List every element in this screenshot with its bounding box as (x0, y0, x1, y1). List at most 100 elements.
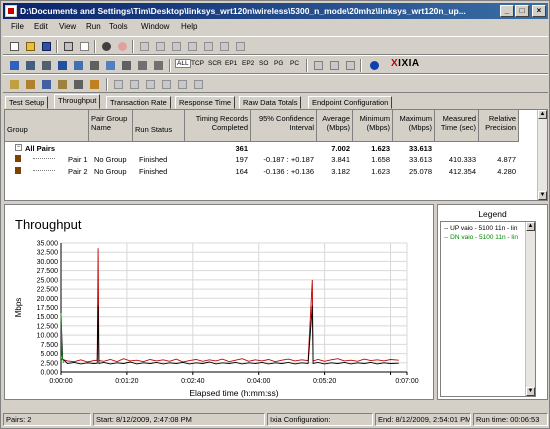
legend-item-up[interactable]: -- UP vaio - 5100 11n - lin (444, 225, 530, 232)
open-folder-icon[interactable] (23, 39, 38, 54)
copy-icon[interactable] (77, 39, 92, 54)
ixia-logo: XIXIA (391, 58, 420, 69)
col-average[interactable]: Average (Mbps) (317, 110, 353, 142)
col-measured-time[interactable]: Measured Time (sec) (435, 110, 479, 142)
y-tick-label: 25.000 (37, 277, 59, 284)
tab-response-time[interactable]: Response Time (175, 96, 236, 109)
snapshot-icon[interactable] (191, 77, 206, 92)
filter-all[interactable]: ALL (175, 59, 191, 68)
filter-tcp[interactable]: TCP (191, 60, 204, 67)
y-tick-label: 35.000 (37, 241, 59, 248)
edit-pair-icon[interactable] (169, 39, 184, 54)
add-multicast-icon[interactable] (153, 39, 168, 54)
chart-icon[interactable] (343, 58, 358, 73)
tab-transaction-rate[interactable]: Transaction Rate (106, 96, 171, 109)
menu-view[interactable]: View (59, 22, 76, 31)
col-pair-group-name[interactable]: Pair Group Name (89, 110, 133, 142)
filter-ep1[interactable]: EP1 (225, 60, 237, 67)
print-preview-icon[interactable] (175, 77, 190, 92)
export-icon[interactable] (143, 77, 158, 92)
key-icon[interactable] (23, 77, 38, 92)
options-icon[interactable] (233, 39, 248, 54)
y-tick-label: 15.000 (37, 314, 59, 321)
tab-raw-data-totals[interactable]: Raw Data Totals (239, 96, 302, 109)
numbered-sort-icon[interactable] (151, 58, 166, 73)
pair-status: Finished (139, 167, 168, 176)
legend-list: -- UP vaio - 5100 11n - lin -- DN vaio -… (440, 221, 536, 397)
menu-run[interactable]: Run (86, 22, 101, 31)
tab-endpoint-configuration[interactable]: Endpoint Configuration (308, 96, 393, 109)
close-button[interactable]: × (532, 5, 546, 17)
pair-minimum: 1.658 (371, 155, 390, 164)
edit-icon[interactable] (55, 77, 70, 92)
compare-icon[interactable] (127, 77, 142, 92)
y-tick-label: 0.000 (40, 370, 58, 377)
report-icon[interactable] (111, 77, 126, 92)
add-pair-icon[interactable] (137, 39, 152, 54)
x-tick-label: 0:04:00 (247, 378, 270, 385)
print-icon[interactable] (61, 39, 76, 54)
script-icon[interactable] (217, 39, 232, 54)
menu-window[interactable]: Window (141, 22, 169, 31)
network-icon[interactable] (23, 58, 38, 73)
legend-scrollbar[interactable]: ▲ ▼ (525, 222, 535, 396)
scroll-down-icon[interactable]: ▼ (538, 191, 547, 200)
tab-throughput[interactable]: Throughput (54, 94, 101, 109)
menu-edit[interactable]: Edit (34, 22, 48, 31)
pair-group: No Group (94, 167, 127, 176)
col-minimum[interactable]: Minimum (Mbps) (353, 110, 393, 142)
col-timing-records[interactable]: Timing Records Completed (185, 110, 251, 142)
pin-icon[interactable] (7, 77, 22, 92)
save-icon[interactable] (39, 39, 54, 54)
legend-item-dn[interactable]: -- DN vaio - 5100 11n - lin (444, 234, 530, 241)
status-start: Start: 8/12/2009, 2:47:08 PM (93, 413, 265, 426)
filter-ep2[interactable]: EP2 (242, 60, 254, 67)
scroll-up-icon[interactable]: ▲ (538, 110, 547, 119)
x-tick-label: 0:00:00 (49, 378, 72, 385)
menu-tools[interactable]: Tools (109, 22, 128, 31)
scroll-down-icon[interactable]: ▼ (526, 387, 535, 396)
grid-scrollbar[interactable]: ▲ ▼ (537, 110, 547, 200)
import-icon[interactable] (159, 77, 174, 92)
throughput-chart[interactable]: 0.000 2.500 5.000 7.500 10.000 12.500 15.000 17… (5, 205, 433, 399)
collapse-icon[interactable]: − (15, 144, 22, 151)
info-icon[interactable] (367, 58, 382, 73)
group-icon[interactable] (103, 58, 118, 73)
stop-icon[interactable] (115, 39, 130, 54)
x-axis-label: Elapsed time (h:mm:ss) (189, 388, 278, 398)
filter-pc[interactable]: PC (290, 60, 299, 67)
col-confidence-interval[interactable]: 95% Confidence Interval (251, 110, 317, 142)
run-icon[interactable] (99, 39, 114, 54)
filter-pg[interactable]: PG (274, 60, 283, 67)
sort-desc-icon[interactable] (135, 58, 150, 73)
scroll-up-icon[interactable]: ▲ (526, 222, 535, 231)
window-title: D:\Documents and Settings\Tim\Desktop\li… (20, 6, 466, 16)
title-bar[interactable]: D:\Documents and Settings\Tim\Desktop\li… (3, 3, 548, 19)
filter-scr[interactable]: SCR (208, 60, 222, 67)
col-maximum[interactable]: Maximum (Mbps) (393, 110, 435, 142)
minimize-button[interactable]: _ (500, 5, 514, 17)
topology-icon[interactable] (55, 58, 70, 73)
pair-ci: -0.187 : +0.187 (263, 155, 314, 164)
tab-test-setup[interactable]: Test Setup (5, 96, 49, 109)
delete-pair-icon[interactable] (185, 39, 200, 54)
sort-icon[interactable] (87, 58, 102, 73)
filter-so[interactable]: SO (259, 60, 268, 67)
highlight-icon[interactable] (87, 77, 102, 92)
wand-icon[interactable] (71, 77, 86, 92)
new-file-icon[interactable] (7, 39, 22, 54)
filter-icon[interactable] (119, 58, 134, 73)
menu-file[interactable]: File (11, 22, 24, 31)
menu-help[interactable]: Help (181, 22, 197, 31)
endpoint-icon[interactable] (39, 58, 54, 73)
layout-icon[interactable] (327, 58, 342, 73)
col-relative-precision[interactable]: Relative Precision (479, 110, 519, 142)
move-icon[interactable] (201, 39, 216, 54)
col-run-status[interactable]: Run Status (133, 110, 185, 142)
swap-icon[interactable] (7, 58, 22, 73)
view-icon[interactable] (311, 58, 326, 73)
maximize-button[interactable]: □ (515, 5, 529, 17)
lan-icon[interactable] (71, 58, 86, 73)
col-group[interactable]: Group (5, 110, 89, 142)
flag-icon[interactable] (39, 77, 54, 92)
